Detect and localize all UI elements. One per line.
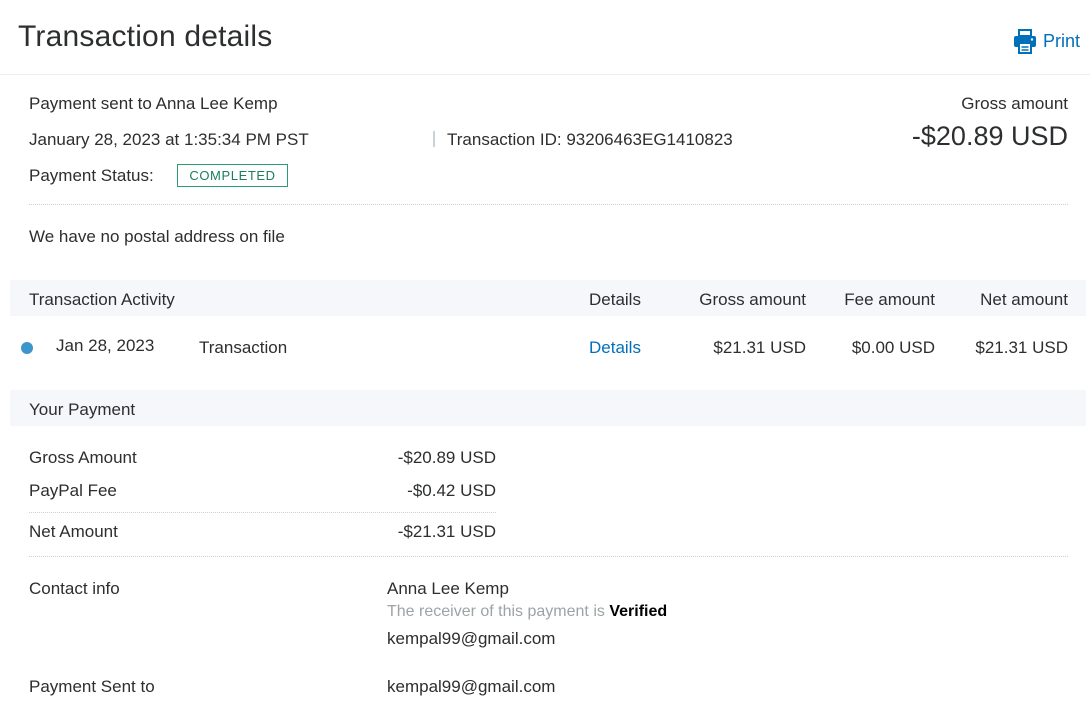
gross-amount-row-value: -$20.89 USD	[397, 448, 496, 467]
activity-net: $21.31 USD	[975, 338, 1068, 357]
col-fee-amount: Fee amount	[844, 290, 935, 309]
payment-sent-to-email: kempal99@gmail.com	[387, 677, 556, 696]
print-label: Print	[1042, 31, 1080, 51]
activity-date: Jan 28, 2023	[56, 336, 155, 355]
page-title: Transaction details	[18, 20, 273, 53]
contact-email: kempal99@gmail.com	[387, 629, 556, 648]
printer-icon	[1013, 29, 1037, 54]
col-details: Details	[589, 290, 641, 309]
col-net-amount: Net amount	[980, 290, 1068, 309]
page-header: Transaction details Print	[0, 0, 1090, 75]
receiver-status: The receiver of this payment is Verified	[387, 603, 667, 621]
activity-fee: $0.00 USD	[851, 338, 935, 357]
gross-amount-row-label: Gross Amount	[29, 448, 137, 467]
col-gross-amount: Gross amount	[699, 290, 806, 309]
separator	[433, 131, 435, 147]
gross-amount-label: Gross amount	[961, 94, 1068, 113]
status-dot-icon	[21, 342, 33, 354]
receiver-note: The receiver of this payment is	[387, 603, 605, 620]
contact-info-label: Contact info	[29, 579, 120, 598]
payment-sent-to-label: Payment Sent to	[29, 677, 155, 696]
details-link[interactable]: Details	[589, 338, 641, 358]
net-amount-row-value: -$21.31 USD	[397, 522, 496, 541]
paypal-fee-row-value: -$0.42 USD	[407, 481, 496, 500]
postal-address-note: We have no postal address on file	[29, 227, 285, 246]
verified-badge: Verified	[609, 603, 668, 620]
col-transaction-activity: Transaction Activity	[29, 290, 175, 309]
your-payment-title: Your Payment	[29, 400, 136, 419]
activity-gross: $21.31 USD	[713, 338, 806, 357]
print-button[interactable]: Print	[1013, 29, 1080, 54]
divider	[29, 512, 496, 513]
your-payment-header-bar	[10, 390, 1086, 426]
transaction-datetime: January 28, 2023 at 1:35:34 PM PST	[29, 130, 309, 149]
divider	[29, 556, 1068, 557]
gross-amount-value: -$20.89 USD	[911, 121, 1068, 151]
payment-status-label: Payment Status:	[29, 166, 154, 185]
net-amount-row-label: Net Amount	[29, 522, 118, 541]
paypal-fee-row-label: PayPal Fee	[29, 481, 117, 500]
status-badge: COMPLETED	[177, 164, 288, 187]
payment-sent-to-text: Payment sent to Anna Lee Kemp	[29, 94, 278, 113]
contact-name: Anna Lee Kemp	[387, 579, 509, 598]
transaction-id: Transaction ID: 93206463EG1410823	[447, 130, 733, 149]
divider	[29, 204, 1068, 205]
activity-type: Transaction	[199, 338, 288, 357]
